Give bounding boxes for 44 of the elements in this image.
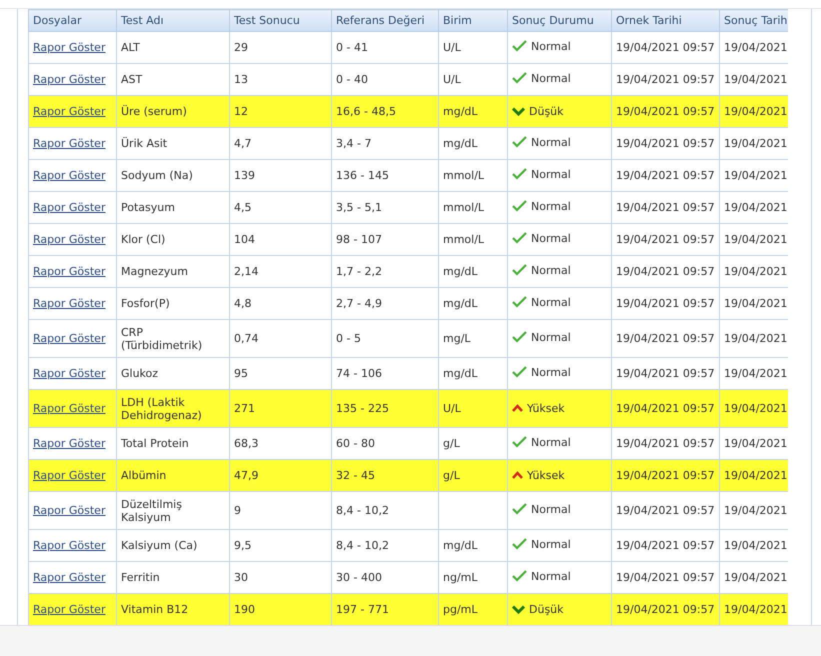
status-text: Normal	[531, 538, 571, 551]
status-text: Normal	[531, 502, 571, 516]
check-icon	[512, 538, 527, 550]
column-header: Birim	[438, 10, 508, 32]
status-text: Normal	[531, 570, 571, 583]
status-text: Normal	[531, 168, 571, 181]
chevron-up-icon	[512, 404, 523, 412]
check-icon	[512, 503, 527, 516]
column-header: Test Adı	[116, 10, 230, 32]
status-text: Düşük	[529, 602, 564, 616]
status-text: Normal	[531, 200, 571, 213]
check-icon	[512, 72, 527, 84]
check-icon	[512, 200, 527, 212]
status-text: Normal	[531, 136, 571, 149]
status-text: Normal	[531, 72, 571, 85]
check-icon	[512, 296, 527, 308]
status-text: Yüksek	[527, 402, 565, 415]
status-text: Normal	[531, 366, 571, 379]
status-text: Yüksek	[527, 468, 565, 482]
status-text: Düşük	[529, 104, 564, 118]
status-text: Normal	[531, 40, 571, 53]
column-header: Sonuç Tarih	[720, 10, 788, 32]
status-text: Normal	[531, 330, 571, 344]
check-icon	[512, 136, 527, 148]
column-header: Ornek Tarihi	[612, 10, 720, 32]
check-icon	[512, 232, 527, 244]
chevron-up-icon	[512, 471, 523, 480]
chevron-down-icon	[512, 106, 525, 116]
check-icon	[512, 570, 527, 582]
check-icon	[512, 366, 527, 378]
column-header: Referans Değeri	[332, 10, 438, 32]
chevron-down-icon	[512, 604, 525, 614]
check-icon	[512, 40, 527, 52]
check-icon	[512, 168, 527, 180]
check-icon	[512, 264, 527, 276]
column-header: Sonuç Durumu	[508, 10, 612, 32]
check-icon	[512, 331, 527, 344]
status-text: Normal	[531, 296, 571, 309]
status-text: Normal	[531, 436, 571, 449]
status-text: Normal	[531, 232, 571, 245]
column-header: Dosyalar	[28, 10, 116, 32]
column-header: Test Sonucu	[230, 10, 332, 32]
status-text: Normal	[531, 264, 571, 277]
check-icon	[512, 436, 527, 448]
